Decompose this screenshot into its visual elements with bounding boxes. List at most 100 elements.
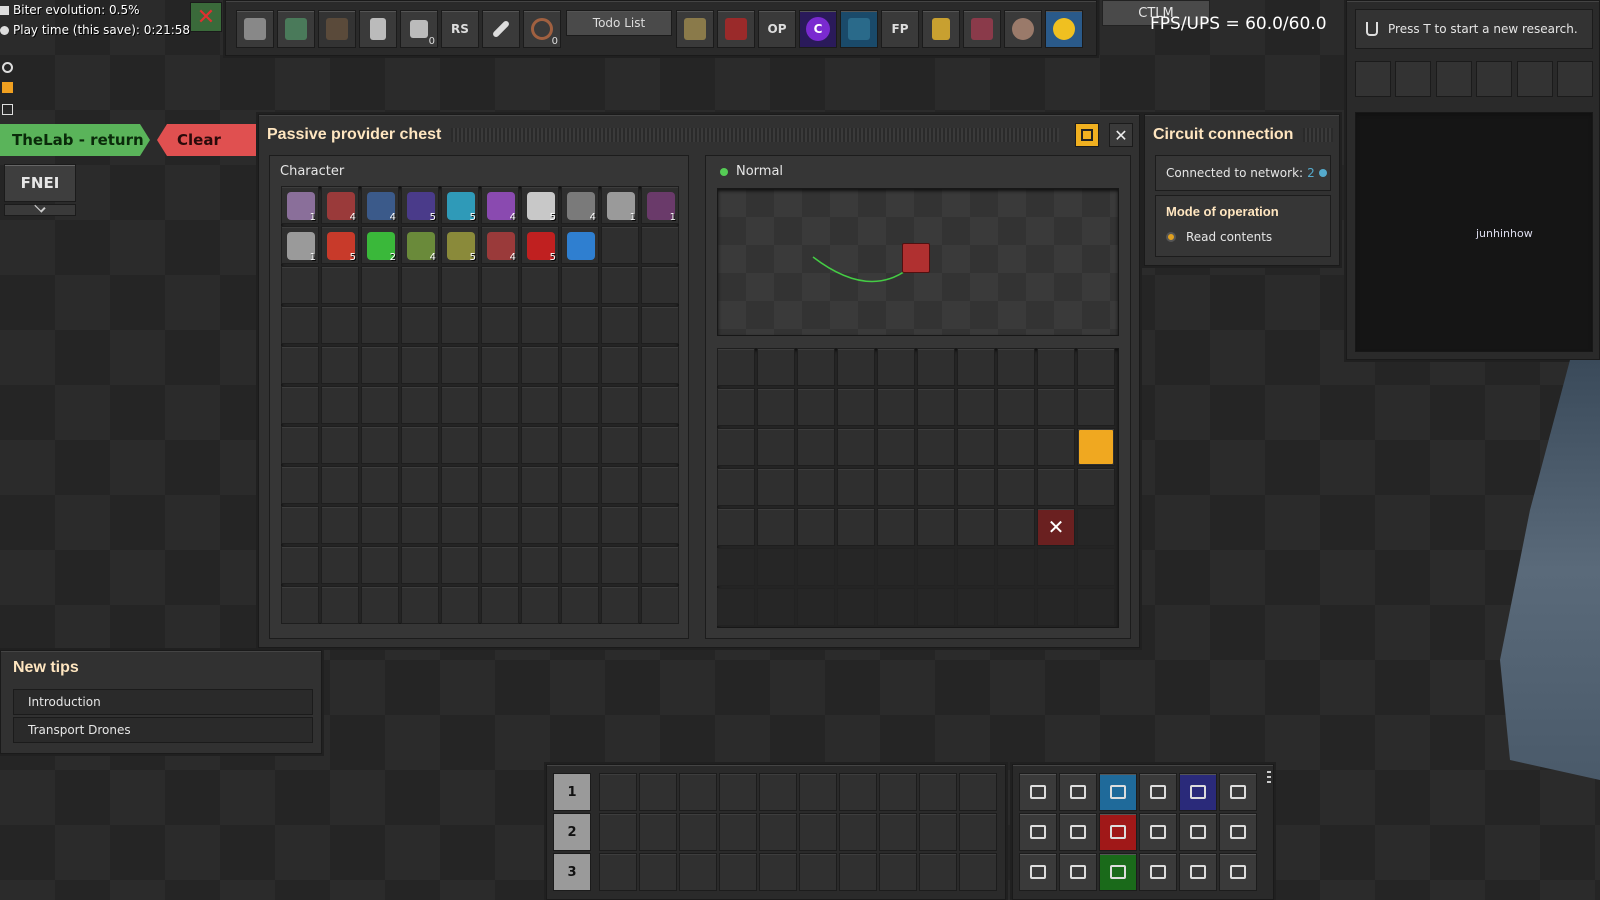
inventory-slot[interactable] — [641, 466, 679, 504]
chest-button[interactable] — [318, 10, 356, 48]
inventory-slot[interactable] — [561, 546, 599, 584]
inventory-slot[interactable] — [321, 306, 359, 344]
inventory-slot[interactable] — [641, 426, 679, 464]
inventory-slot[interactable] — [321, 546, 359, 584]
quickbar-slot[interactable] — [879, 813, 917, 851]
spidertron-shortcut[interactable] — [1139, 813, 1177, 851]
inventory-slot[interactable] — [601, 426, 639, 464]
chest-slot[interactable] — [957, 388, 995, 426]
quickbar-slot[interactable] — [719, 853, 757, 891]
inventory-slot[interactable] — [321, 466, 359, 504]
chest-slot[interactable] — [877, 548, 915, 586]
chest-slot[interactable] — [1077, 348, 1115, 386]
chest-slot[interactable] — [997, 468, 1035, 506]
chest-slot[interactable] — [1037, 468, 1075, 506]
inventory-slot[interactable] — [361, 506, 399, 544]
chest-slot[interactable] — [717, 548, 755, 586]
inventory-slot[interactable] — [281, 586, 319, 624]
quickbar-slot[interactable] — [879, 853, 917, 891]
biter-button[interactable] — [277, 10, 315, 48]
inventory-slot[interactable] — [281, 546, 319, 584]
calculator-shortcut[interactable] — [1139, 853, 1177, 891]
chest-slot[interactable] — [1037, 348, 1075, 386]
inventory-slot[interactable] — [521, 586, 559, 624]
chest-slot[interactable] — [877, 468, 915, 506]
inventory-slot[interactable] — [441, 386, 479, 424]
quickbar-slot[interactable] — [919, 853, 957, 891]
inventory-slot[interactable] — [561, 226, 599, 264]
trophy-tab-icon[interactable] — [1556, 61, 1593, 97]
alt-mode-shortcut[interactable] — [1019, 773, 1057, 811]
quickbar-slot[interactable] — [759, 853, 797, 891]
chest-slot[interactable] — [917, 508, 955, 546]
select-shortcut[interactable] — [1059, 813, 1097, 851]
chest-slot[interactable] — [917, 548, 955, 586]
chest-slot[interactable] — [1037, 428, 1075, 466]
copy-shortcut[interactable] — [1019, 813, 1057, 851]
quickbar-slot[interactable] — [599, 853, 637, 891]
inventory-slot[interactable] — [521, 346, 559, 384]
chest-slot[interactable] — [957, 548, 995, 586]
side-icon-1[interactable] — [2, 62, 13, 73]
inventory-slot[interactable] — [561, 306, 599, 344]
chest-slot[interactable] — [717, 588, 755, 626]
inventory-slot[interactable]: 4 — [561, 186, 599, 224]
quickbar-slot[interactable] — [759, 773, 797, 811]
quickbar-slot[interactable] — [639, 813, 677, 851]
inventory-slot[interactable] — [361, 306, 399, 344]
inventory-slot[interactable] — [401, 586, 439, 624]
chest-slot[interactable] — [797, 588, 835, 626]
inventory-slot[interactable] — [561, 386, 599, 424]
thelab-return-button[interactable]: TheLab - return — [0, 124, 150, 156]
quickbar-slot[interactable] — [679, 853, 717, 891]
chest-slot[interactable] — [757, 348, 795, 386]
chest-slot[interactable] — [997, 348, 1035, 386]
chest-slot[interactable] — [797, 428, 835, 466]
chest-slot[interactable] — [837, 548, 875, 586]
stats-tab-icon[interactable] — [1395, 61, 1432, 97]
fnei-button[interactable]: FNEI — [4, 164, 76, 202]
shortcut-menu-icon[interactable] — [1267, 771, 1271, 785]
quickbar-slot[interactable] — [599, 813, 637, 851]
inventory-slot[interactable] — [441, 306, 479, 344]
quickbar-slot[interactable] — [679, 773, 717, 811]
circuit-drag-handle[interactable] — [1303, 128, 1333, 142]
inventory-slot[interactable] — [481, 266, 519, 304]
side-icon-2[interactable] — [2, 82, 13, 93]
chest-slot[interactable] — [837, 428, 875, 466]
inventory-slot[interactable] — [441, 586, 479, 624]
inventory-slot[interactable] — [321, 386, 359, 424]
drag-handle[interactable] — [451, 128, 1059, 142]
chest-slot[interactable] — [877, 388, 915, 426]
inventory-slot[interactable] — [441, 346, 479, 384]
inventory-slot[interactable]: 5 — [521, 186, 559, 224]
chest-slot[interactable] — [877, 588, 915, 626]
inventory-slot[interactable] — [281, 466, 319, 504]
chest-slot[interactable] — [757, 428, 795, 466]
inventory-slot[interactable] — [281, 506, 319, 544]
inventory-slot[interactable] — [361, 386, 399, 424]
inventory-slot[interactable] — [481, 386, 519, 424]
quickbar-slot[interactable] — [639, 773, 677, 811]
chest-slot[interactable] — [717, 428, 755, 466]
close-button[interactable]: ✕ — [1109, 123, 1133, 147]
deconstruct-shortcut[interactable] — [1219, 813, 1257, 851]
chest-slot[interactable] — [917, 588, 955, 626]
inventory-slot[interactable] — [361, 266, 399, 304]
chest-slot[interactable] — [997, 508, 1035, 546]
chest-slot[interactable] — [877, 348, 915, 386]
inventory-slot[interactable] — [561, 506, 599, 544]
inventory-slot[interactable] — [641, 586, 679, 624]
inventory-slot[interactable] — [401, 346, 439, 384]
inventory-slot[interactable] — [641, 266, 679, 304]
quickbar-row-2-button[interactable]: 2 — [553, 813, 591, 851]
inventory-slot[interactable] — [361, 586, 399, 624]
quickbar-slot[interactable] — [679, 813, 717, 851]
chest-slot[interactable] — [797, 468, 835, 506]
chest-slot[interactable] — [957, 428, 995, 466]
chest-slot[interactable] — [917, 468, 955, 506]
calculator-button[interactable] — [359, 10, 397, 48]
chest-slot[interactable] — [757, 508, 795, 546]
inventory-slot[interactable] — [281, 426, 319, 464]
inventory-slot[interactable] — [481, 466, 519, 504]
